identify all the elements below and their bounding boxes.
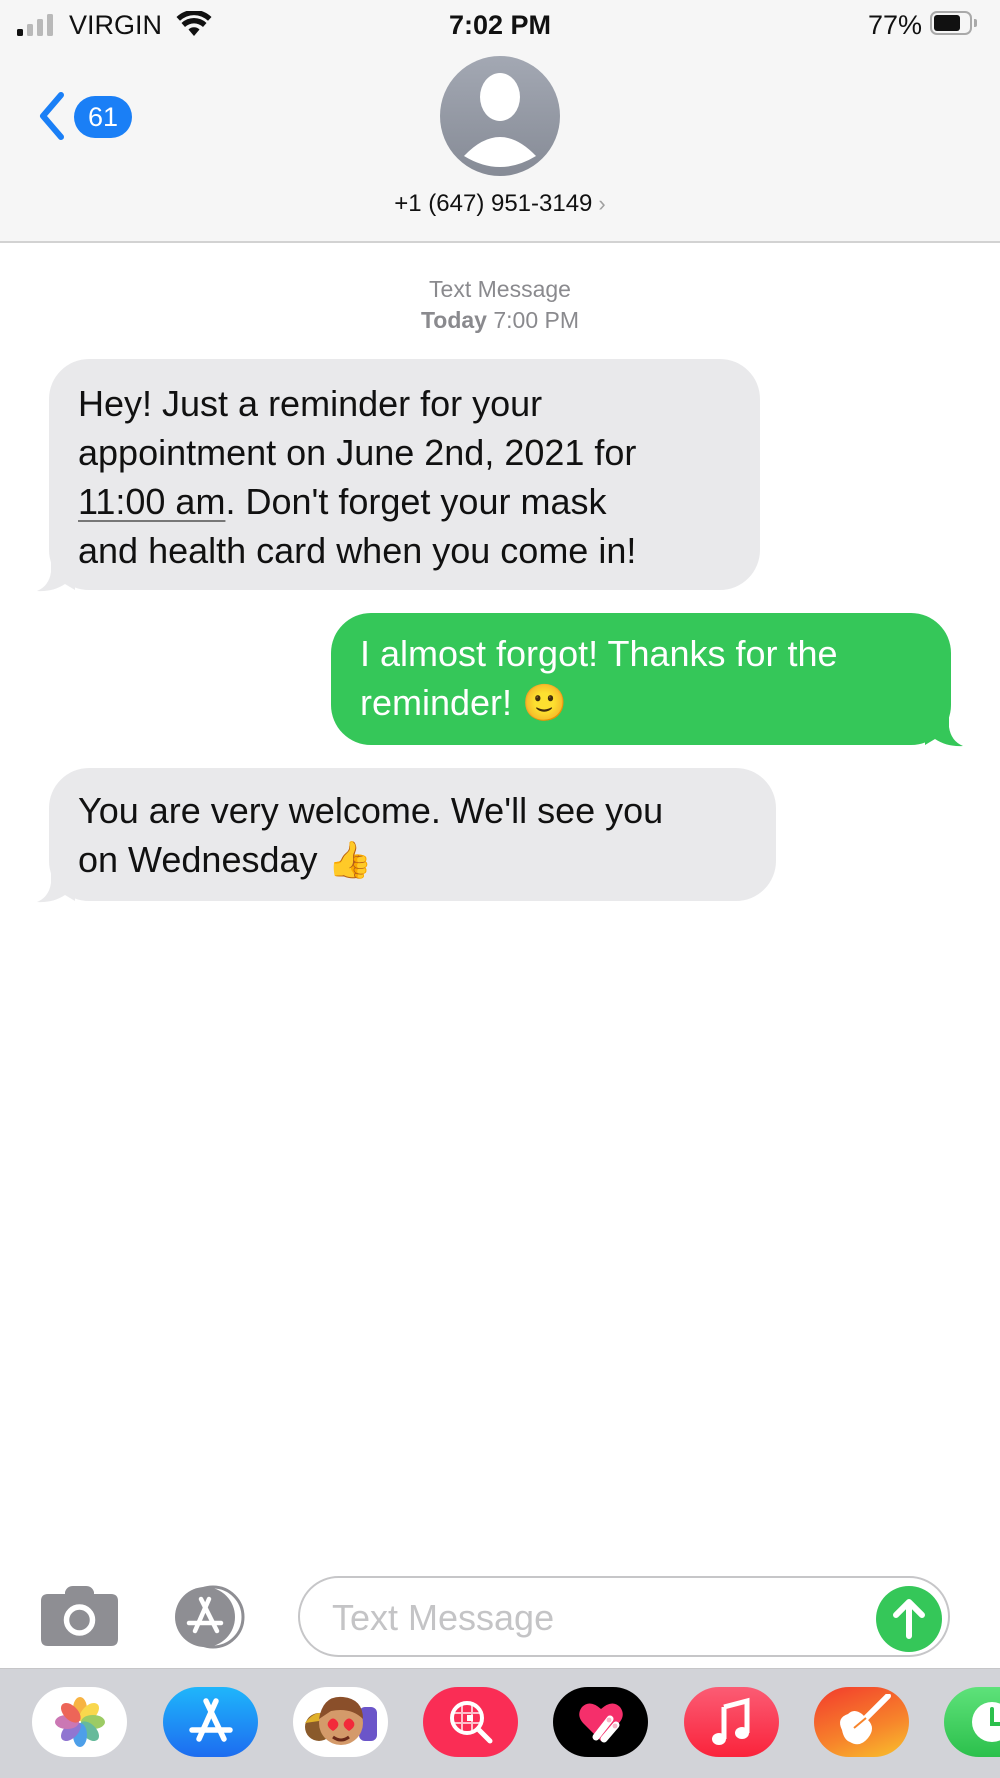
app-drawer [0,1669,1000,1778]
message-bubble-incoming[interactable]: You are very welcome. We'll see you on W… [49,768,776,901]
contact-name-button[interactable]: +1 (647) 951-3149 › [0,190,1000,218]
time-link[interactable]: 11:00 am [78,481,225,522]
message-line: appointment on June 2nd, 2021 for [78,432,637,473]
battery-percentage: 77% [867,10,922,40]
chevron-right-icon: › [598,191,606,216]
unread-count-badge: 61 [74,96,132,138]
contact-phone-number: +1 (647) 951-3149 [394,190,593,217]
battery-fill [934,15,961,31]
message-bubble-outgoing[interactable]: I almost forgot! Thanks for the reminder… [331,613,951,745]
app-app-store[interactable] [163,1687,258,1757]
photos-icon [54,1697,105,1747]
timestamp-time: 7:00 PM [493,307,580,333]
message-bubble-incoming[interactable]: Hey! Just a reminder for your appointmen… [49,359,760,590]
message-input-field[interactable] [298,1576,950,1657]
app-digital-touch[interactable] [553,1687,648,1757]
message-line: 11:00 am. Don't forget your mask [78,477,740,526]
person-icon [464,73,536,167]
app-store-drawer-button[interactable] [169,1585,255,1649]
battery-cap [974,19,977,27]
image-search-icon [449,1701,492,1744]
app-screen-time[interactable] [944,1687,1000,1757]
message-text-input[interactable] [330,1592,874,1644]
clock-icon [971,1702,1000,1742]
service-label: Text Message [429,276,571,302]
message-line: I almost forgot! Thanks for the [360,633,838,674]
contact-avatar[interactable] [440,56,560,176]
header-divider [0,241,1000,243]
garageband-icon [839,1694,891,1745]
message-line: You are very welcome. We'll see you [78,790,664,831]
app-images-search[interactable] [423,1687,518,1757]
message-line: on Wednesday 👍 [78,839,373,880]
memoji-icon [304,1696,377,1745]
message-line: reminder! 🙂 [360,682,567,723]
app-store-icon [188,1698,233,1742]
battery-icon [930,11,978,37]
music-icon [711,1697,749,1745]
digital-touch-icon [578,1703,623,1743]
arrow-up-icon [893,1599,925,1639]
back-button[interactable]: 61 [36,88,136,144]
message-text: . Don't forget your mask [225,481,607,522]
status-time: 7:02 PM [448,10,552,40]
camera-button[interactable] [41,1586,118,1646]
app-photos[interactable] [32,1687,127,1757]
camera-icon [41,1586,118,1646]
message-line: Hey! Just a reminder for your [78,383,543,424]
message-timestamp: Today 7:00 PM [0,305,1000,335]
message-line: and health card when you come in! [78,530,637,571]
app-store-icon [175,1585,245,1649]
timestamp-day: Today [420,307,487,333]
app-music[interactable] [684,1687,779,1757]
chevron-left-icon [40,92,64,140]
app-memoji[interactable] [293,1687,388,1757]
send-button[interactable] [876,1586,942,1652]
app-garageband[interactable] [814,1687,909,1757]
